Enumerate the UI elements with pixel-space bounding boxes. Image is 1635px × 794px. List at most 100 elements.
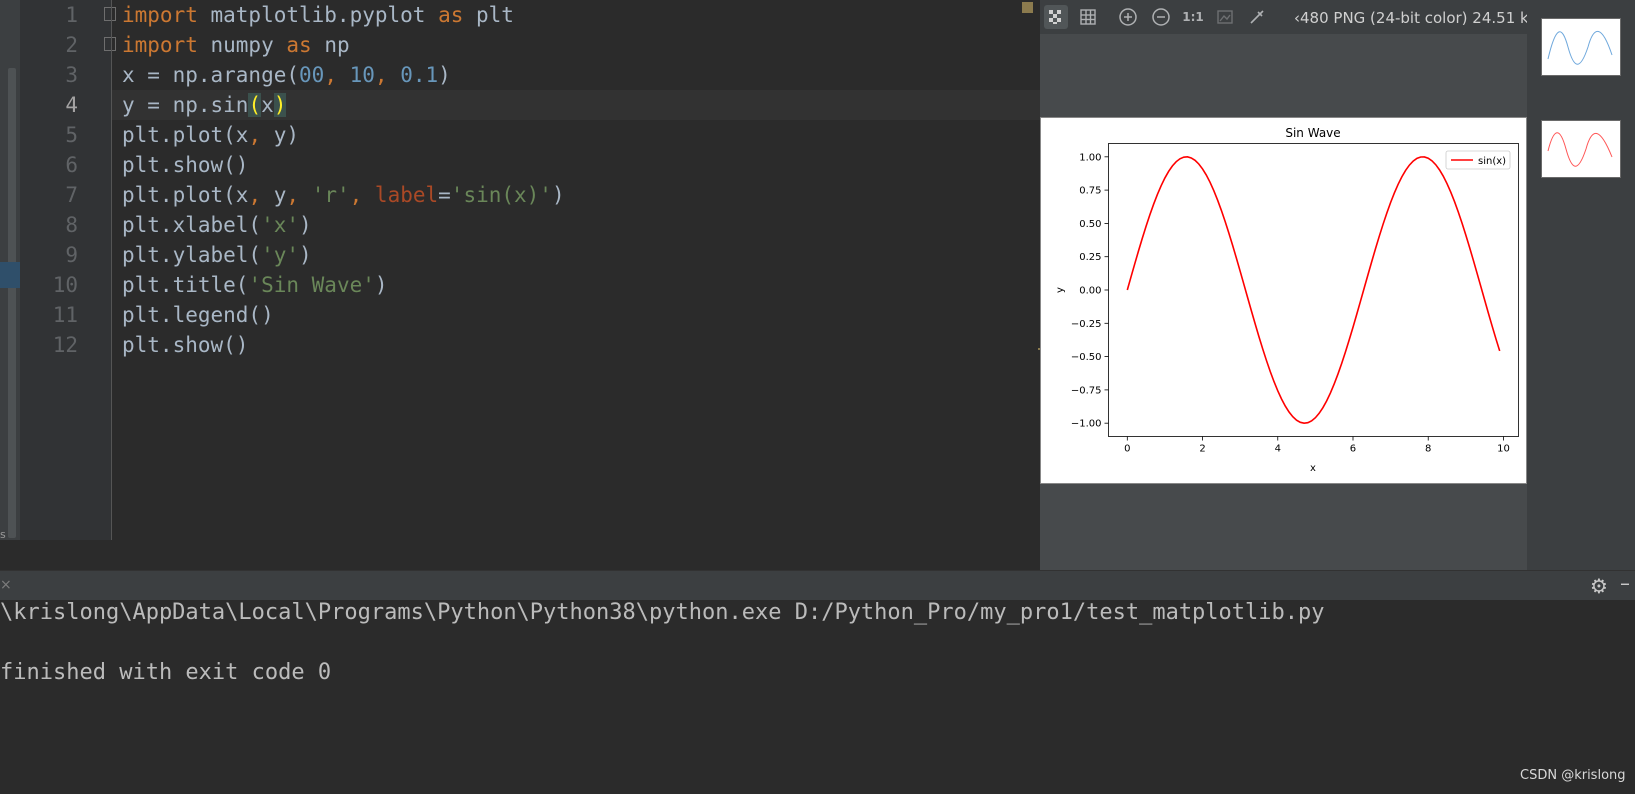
line-number: 10 <box>52 273 78 297</box>
code-line-1[interactable]: import matplotlib.pyplot as plt <box>122 0 514 30</box>
code-line-7[interactable]: plt.plot(x, y, 'r', label='sin(x)') <box>122 180 565 210</box>
line-number: 2 <box>65 33 78 57</box>
number-literal: 10 <box>349 63 375 87</box>
thumbnail-blue-sine[interactable] <box>1541 18 1621 76</box>
line-number: 3 <box>65 63 78 87</box>
run-console[interactable]: \krislong\AppData\Local\Programs\Python\… <box>0 600 1635 794</box>
code-text: ) <box>299 243 312 267</box>
comma: , <box>248 183 274 207</box>
console-command-line: \krislong\AppData\Local\Programs\Python\… <box>0 600 1325 625</box>
code-line-5[interactable]: plt.plot(x, y) <box>122 120 299 150</box>
keyword: as <box>286 33 312 57</box>
code-text: plt.plot(x <box>122 123 249 147</box>
image-viewer-toolbar: 1:1 ‹480 PNG (24-bit color) 24.51 kB <box>1040 0 1539 34</box>
code-text: y = np.sin <box>122 93 249 117</box>
matched-brace: ) <box>273 93 287 117</box>
comma: , <box>349 183 375 207</box>
code-editor[interactable]: 1 2 3 4 5 6 7 8 9 10 11 12 import matplo… <box>20 0 1054 540</box>
zoom-out-icon[interactable] <box>1149 5 1173 29</box>
y-axis-label: y <box>1055 287 1066 293</box>
fold-marker-icon[interactable] <box>104 7 116 21</box>
code-text: plt.legend() <box>122 303 274 327</box>
sin-wave-chart: Sin Wave x y 0 2 4 6 8 10 1.00 0.75 0.50 0.25 0.00… <box>1055 126 1519 474</box>
fit-to-window-icon[interactable] <box>1213 5 1237 29</box>
line-number: 6 <box>65 153 78 177</box>
gear-icon[interactable]: ⚙ <box>1590 574 1608 598</box>
code-text: ) <box>438 63 451 87</box>
plot-area <box>1108 143 1519 437</box>
grid-icon[interactable] <box>1076 5 1100 29</box>
code-text: plt.show() <box>122 153 249 177</box>
x-tick-label: 4 <box>1275 444 1281 455</box>
code-text: plt.xlabel( <box>122 213 262 237</box>
number-literal: 0.1 <box>400 63 439 87</box>
zoom-in-icon[interactable] <box>1116 5 1140 29</box>
code-line-11[interactable]: plt.legend() <box>122 300 274 330</box>
y-tick-label: 0.00 <box>1079 286 1101 297</box>
code-line-8[interactable]: plt.xlabel('x') <box>122 210 312 240</box>
alias: plt <box>463 3 514 27</box>
code-text: y) <box>273 123 300 147</box>
code-line-6[interactable]: plt.show() <box>122 150 248 180</box>
x-tick-label: 8 <box>1425 444 1431 455</box>
fold-marker-icon[interactable] <box>104 37 116 51</box>
code-line-12[interactable]: plt.show() <box>122 330 248 360</box>
keyword-argument: label <box>374 183 439 207</box>
string-literal: 'sin(x)' <box>450 183 552 207</box>
y-tick-label: −0.50 <box>1071 352 1102 363</box>
legend: sin(x) <box>1445 150 1511 170</box>
gutter-separator <box>111 0 112 540</box>
plot-image: Sin Wave x y 0 2 4 6 8 10 1.00 0.75 0.50 0.25 0.00… <box>1040 117 1527 484</box>
x-tick-label: 10 <box>1497 444 1510 455</box>
code-text: plt.title( <box>122 273 249 297</box>
comma: , <box>374 63 401 87</box>
minimize-button[interactable]: – <box>1620 571 1630 595</box>
code-line-4[interactable]: y = np.sin(x) <box>122 90 287 120</box>
code-text: = <box>438 183 451 207</box>
watermark: CSDN @krislong <box>1520 768 1626 783</box>
comma: , <box>248 123 274 147</box>
x-tick-label: 6 <box>1350 444 1356 455</box>
y-tick-label: 1.00 <box>1079 152 1101 163</box>
y-tick-label: −0.25 <box>1071 319 1102 330</box>
code-text: ) <box>551 183 565 207</box>
left-strip-selection[interactable] <box>0 262 20 288</box>
y-tick-label: 0.25 <box>1079 252 1101 263</box>
close-icon[interactable]: × <box>0 577 12 593</box>
image-viewer: 1:1 ‹480 PNG (24-bit color) 24.51 kB Sin… <box>1040 0 1539 570</box>
y-tick-label: 0.75 <box>1079 186 1101 197</box>
alias: np <box>311 33 350 57</box>
line-number: 7 <box>65 183 78 207</box>
code-text: ) <box>299 213 312 237</box>
x-axis-label: x <box>1310 463 1316 474</box>
module-name: matplotlib.pyplot <box>197 3 439 27</box>
code-line-3[interactable]: x = np.arange(00, 10, 0.1) <box>122 60 451 90</box>
left-scrollbar[interactable] <box>8 68 16 538</box>
y-tick-label: −1.00 <box>1071 419 1102 430</box>
code-line-2[interactable]: import numpy as np <box>122 30 350 60</box>
code-line-9[interactable]: plt.ylabel('y') <box>122 240 312 270</box>
number-literal: 00 <box>299 63 325 87</box>
keyword: import <box>122 3 198 27</box>
color-picker-icon[interactable] <box>1245 5 1269 29</box>
chessboard-icon[interactable] <box>1044 5 1068 29</box>
code-text: y <box>273 183 287 207</box>
y-tick-label: −0.75 <box>1071 385 1102 396</box>
module-name: numpy <box>197 33 287 57</box>
line-number: 8 <box>65 213 78 237</box>
x-tick-label: 2 <box>1199 444 1205 455</box>
code-text: plt.ylabel( <box>122 243 262 267</box>
thumbnail-red-sine[interactable] <box>1541 120 1621 178</box>
actual-size-button[interactable]: 1:1 <box>1181 5 1205 29</box>
x-tick-label: 0 <box>1124 444 1130 455</box>
string-literal: 'Sin Wave' <box>248 273 375 297</box>
left-strip-label: s <box>0 528 6 541</box>
string-literal: 'y' <box>261 243 300 267</box>
inspection-status-icon[interactable] <box>1022 2 1033 13</box>
code-line-10[interactable]: plt.title('Sin Wave') <box>122 270 388 300</box>
code-text: plt.show() <box>122 333 249 357</box>
keyword: as <box>438 3 464 27</box>
line-number: 1 <box>65 3 78 27</box>
comma: , <box>324 63 350 87</box>
image-info: ‹480 PNG (24-bit color) 24.51 kB <box>1294 9 1539 27</box>
